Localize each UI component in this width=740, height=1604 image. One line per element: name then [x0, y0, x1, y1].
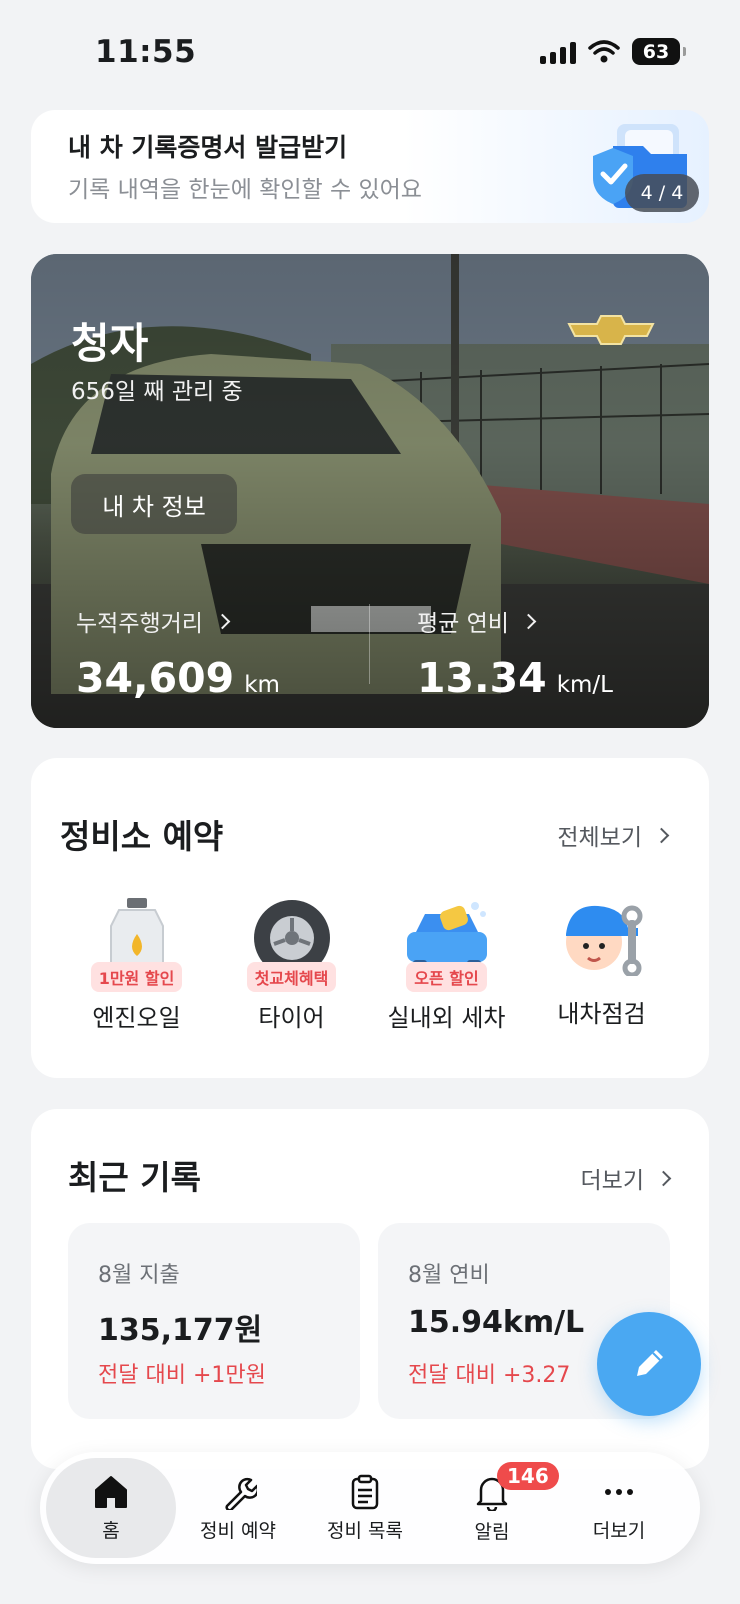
tab-more[interactable]: 더보기 — [554, 1452, 684, 1564]
service-item-engine-oil[interactable]: 1만원 할인 엔진오일 — [59, 898, 214, 1033]
service-label: 내차점검 — [557, 1000, 646, 1028]
more-link[interactable]: 더보기 — [581, 1161, 672, 1195]
tab-label: 정비 예약 — [200, 1519, 276, 1542]
wrench-icon — [225, 1477, 257, 1510]
record-delta: 전달 대비 +3.27 — [408, 1363, 571, 1388]
tab-label: 정비 목록 — [327, 1519, 403, 1542]
recent-title: 최근 기록 — [68, 1158, 201, 1197]
banner-page-indicator: 4 / 4 — [625, 174, 699, 212]
service-badge: 첫교체혜택 — [246, 962, 337, 992]
car-info-button[interactable]: 내 차 정보 — [71, 474, 237, 534]
pencil-icon — [637, 1350, 663, 1376]
status-icons: 63 — [540, 38, 686, 65]
chevron-right-icon — [655, 1170, 672, 1186]
tab-label: 홈 — [102, 1519, 120, 1542]
service-label: 엔진오일 — [92, 1004, 181, 1032]
tab-notifications[interactable]: 알림 146 — [427, 1452, 559, 1564]
cellular-signal-icon — [540, 40, 576, 64]
banner-subtitle: 기록 내역을 한눈에 확인할 수 있어요 — [68, 177, 422, 203]
tab-label: 알림 — [474, 1520, 510, 1543]
notification-count-badge: 146 — [497, 1462, 559, 1490]
record-title: 8월 연비 — [408, 1263, 490, 1288]
car-managed-days: 656일 째 관리 중 — [71, 379, 243, 405]
tab-home[interactable]: 홈 — [46, 1458, 176, 1558]
more-icon — [605, 1488, 633, 1495]
service-item-tire[interactable]: 첫교체혜택 타이어 — [214, 898, 369, 1033]
fuel-label: 평균 연비 — [417, 611, 509, 637]
chevron-right-icon — [214, 613, 231, 629]
my-car-card[interactable]: 청자 656일 째 관리 중 내 차 정보 누적주행거리 34,609 km 평… — [31, 254, 709, 728]
service-reservation-card: 정비소 예약 전체보기 1만원 할인 엔진오일 첫교체혜택 타이어 오픈 할인 … — [31, 758, 709, 1078]
record-value: 135,177원 — [98, 1313, 263, 1348]
mileage-stat[interactable]: 누적주행거리 34,609 km — [76, 604, 280, 702]
service-badge: 오픈 할인 — [406, 962, 487, 992]
view-all-link[interactable]: 전체보기 — [557, 818, 670, 852]
expense-record[interactable]: 8월 지출 135,177원 전달 대비 +1만원 — [68, 1223, 360, 1419]
tab-service-reservation[interactable]: 정비 예약 — [173, 1452, 303, 1564]
fuel-value: 13.34 — [417, 654, 547, 702]
service-label: 타이어 — [258, 1004, 325, 1032]
tab-label: 더보기 — [592, 1519, 646, 1542]
stat-divider — [369, 604, 370, 684]
clipboard-icon — [351, 1474, 379, 1509]
mileage-unit: km — [244, 672, 280, 698]
tab-service-list[interactable]: 정비 목록 — [300, 1452, 430, 1564]
banner-title: 내 차 기록증명서 발급받기 — [68, 133, 348, 162]
status-time: 11:55 — [95, 34, 197, 70]
mileage-label: 누적주행거리 — [76, 611, 203, 637]
service-label: 실내외 세차 — [387, 1004, 506, 1032]
service-item-inspection[interactable]: 내차점검 — [524, 898, 679, 1033]
chevron-right-icon — [520, 613, 537, 629]
home-icon — [95, 1475, 127, 1508]
service-title: 정비소 예약 — [60, 817, 224, 856]
recent-records-card: 최근 기록 더보기 8월 지출 135,177원 전달 대비 +1만원 8월 연… — [31, 1109, 709, 1469]
mechanic-icon — [565, 905, 642, 976]
certificate-banner[interactable]: 내 차 기록증명서 발급받기 기록 내역을 한눈에 확인할 수 있어요 4 / … — [31, 110, 709, 223]
wifi-icon — [588, 39, 620, 62]
record-value: 15.94km/L — [408, 1305, 585, 1340]
record-delta: 전달 대비 +1만원 — [98, 1363, 266, 1388]
mileage-value: 34,609 — [76, 654, 235, 702]
service-badge: 1만원 할인 — [90, 962, 183, 992]
car-nickname: 청자 — [71, 319, 149, 368]
battery-indicator: 63 — [632, 38, 686, 65]
fuel-unit: km/L — [556, 672, 613, 698]
status-bar: 11:55 63 — [0, 0, 740, 100]
bottom-tab-bar: 홈 정비 예약 정비 목록 알림 146 더보기 — [40, 1452, 700, 1564]
brand-logo-icon — [567, 315, 655, 345]
fuel-efficiency-stat[interactable]: 평균 연비 13.34 km/L — [417, 604, 613, 702]
record-title: 8월 지출 — [98, 1263, 180, 1288]
write-record-button[interactable] — [597, 1312, 701, 1416]
service-items: 1만원 할인 엔진오일 첫교체혜택 타이어 오픈 할인 실내외 세차 내차점검 — [31, 898, 709, 1033]
service-item-car-wash[interactable]: 오픈 할인 실내외 세차 — [369, 898, 524, 1033]
chevron-right-icon — [653, 827, 670, 843]
